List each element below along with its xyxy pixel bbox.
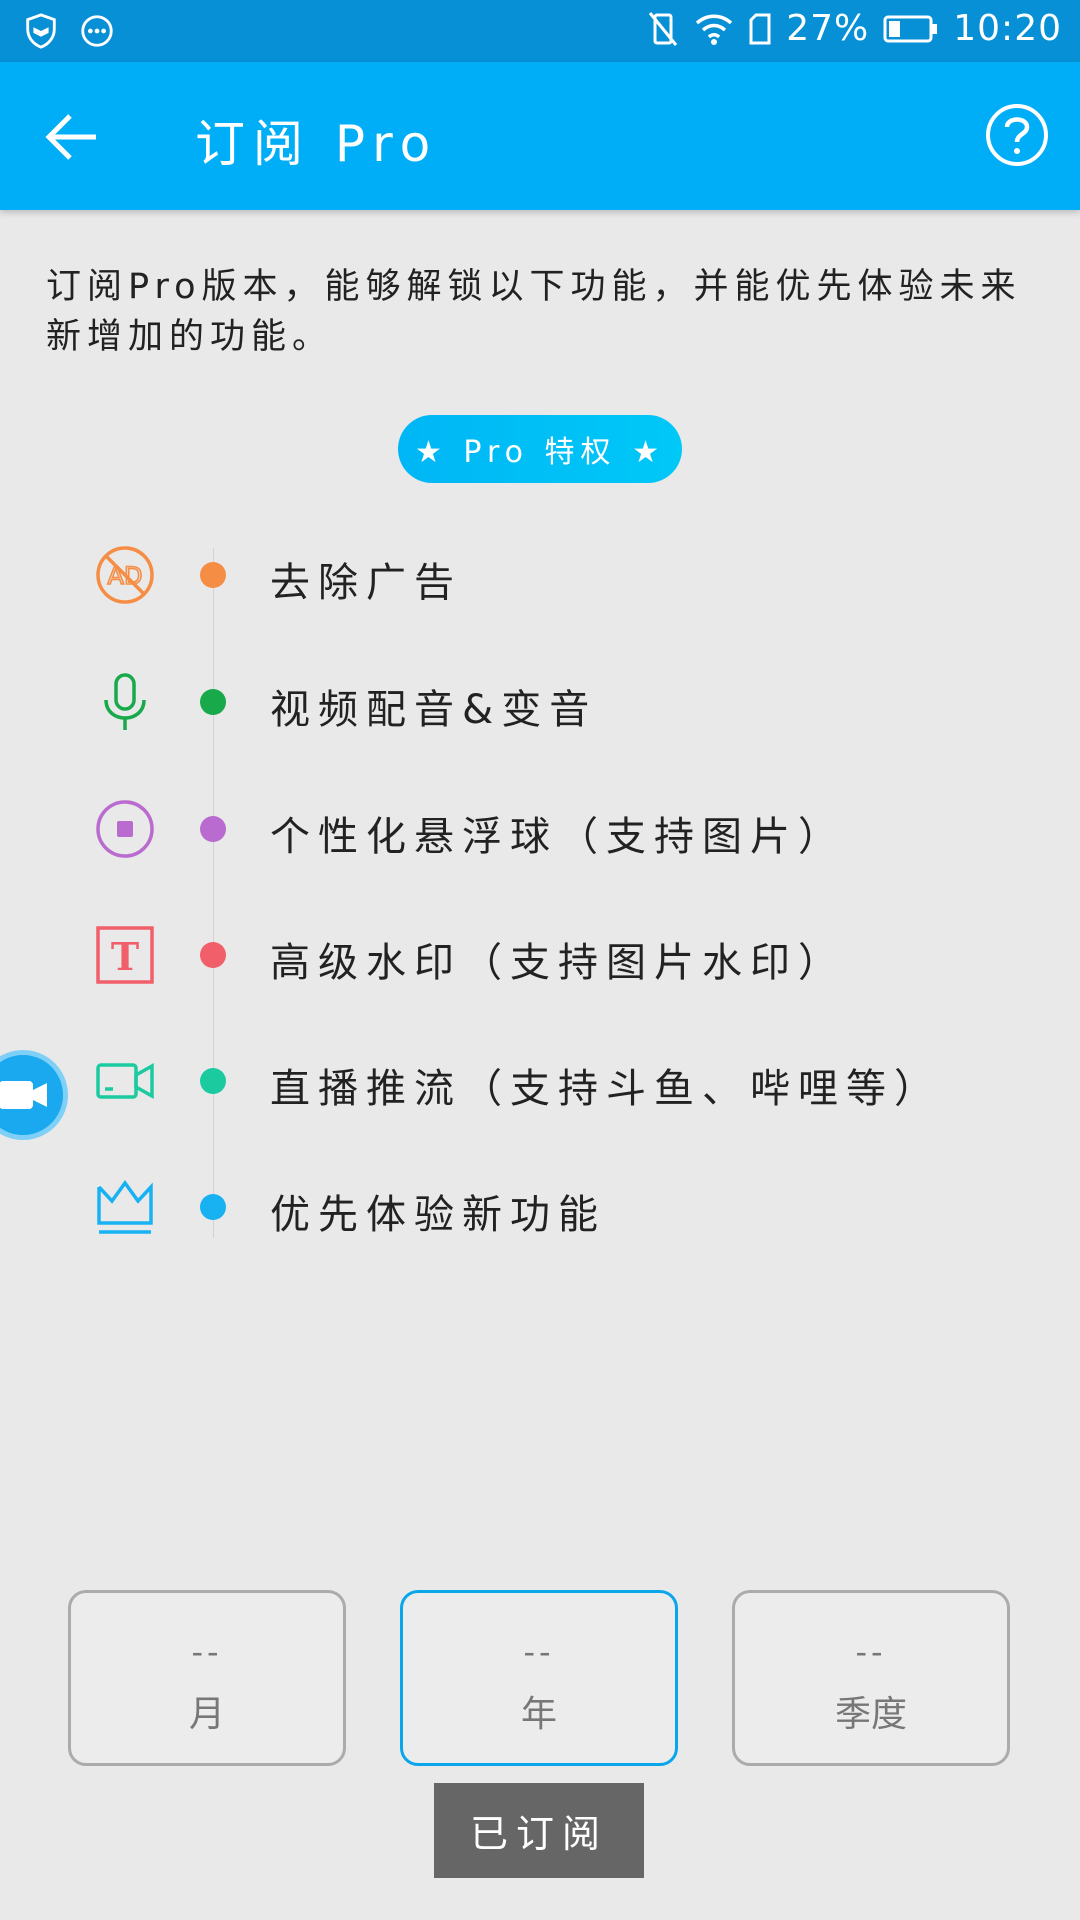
feature-label: 直播推流（支持斗鱼、哔哩等） (270, 1066, 942, 1112)
plan-quarterly[interactable]: -- 季度 (732, 1590, 1010, 1766)
plan-name: 年 (520, 1694, 557, 1735)
subscribed-button[interactable]: 已订阅 (434, 1783, 644, 1878)
crown-icon (97, 1180, 153, 1234)
feature-item-float-ball: 个性化悬浮球（支持图片） (0, 784, 1080, 874)
help-circle-icon[interactable] (984, 102, 1050, 168)
plan-name: 季度 (834, 1694, 907, 1735)
plan-monthly[interactable]: -- 月 (68, 1590, 346, 1766)
no-ad-icon: AD (96, 546, 154, 604)
battery-icon (883, 15, 938, 42)
svg-text:AD: AD (108, 562, 143, 590)
feature-dot (200, 1194, 226, 1220)
feature-item-dubbing: 视频配音&变音 (0, 657, 1080, 747)
status-bar: 27% 10:20 (0, 0, 1080, 62)
plan-name: 月 (188, 1694, 225, 1735)
chat-bubble-icon (81, 15, 113, 47)
feature-dot (200, 562, 226, 588)
feature-item-remove-ads: AD 去除广告 (0, 530, 1080, 620)
microphone-icon (104, 673, 146, 730)
status-left-icons (22, 12, 116, 50)
video-camera-icon (96, 1063, 154, 1099)
feature-label: 高级水印（支持图片水印） (270, 940, 846, 986)
feature-label: 去除广告 (270, 560, 462, 606)
feature-dot (200, 816, 226, 842)
wifi-icon (696, 14, 733, 45)
plan-price: -- (523, 1633, 555, 1671)
text-t-icon: T (96, 926, 154, 984)
feature-label: 视频配音&变音 (270, 687, 598, 733)
page-title: 订阅 Pro (195, 115, 439, 173)
feature-item-early-access: 优先体验新功能 (0, 1162, 1080, 1252)
status-right-icons: 27% 10:20 (646, 8, 1062, 49)
feature-dot (200, 1068, 226, 1094)
status-time: 10:20 (953, 8, 1062, 49)
shield-icon (26, 13, 56, 49)
app-bar: 订阅 Pro (0, 62, 1080, 210)
feature-item-live-stream: 直播推流（支持斗鱼、哔哩等） (0, 1036, 1080, 1126)
battery-percent: 27% (786, 8, 870, 49)
pro-privilege-badge: ★ Pro 特权 ★ (398, 415, 682, 483)
feature-dot (200, 689, 226, 715)
feature-item-watermark: T 高级水印（支持图片水印） (0, 910, 1080, 1000)
stop-circle-icon (96, 800, 154, 858)
feature-label: 优先体验新功能 (270, 1192, 606, 1238)
arrow-left-icon[interactable] (40, 104, 106, 170)
feature-dot (200, 942, 226, 968)
plan-price: -- (855, 1633, 887, 1671)
video-camera-icon (0, 1081, 47, 1109)
svg-text:T: T (111, 934, 139, 979)
sim-icon (749, 13, 771, 44)
feature-label: 个性化悬浮球（支持图片） (270, 814, 846, 860)
vibrate-icon (649, 11, 678, 46)
plan-yearly[interactable]: -- 年 (400, 1590, 678, 1766)
description-text: 订阅Pro版本，能够解锁以下功能，并能优先体验未来新增加的功能。 (46, 267, 1022, 357)
plan-price: -- (191, 1633, 223, 1671)
timeline-line (213, 548, 214, 1238)
